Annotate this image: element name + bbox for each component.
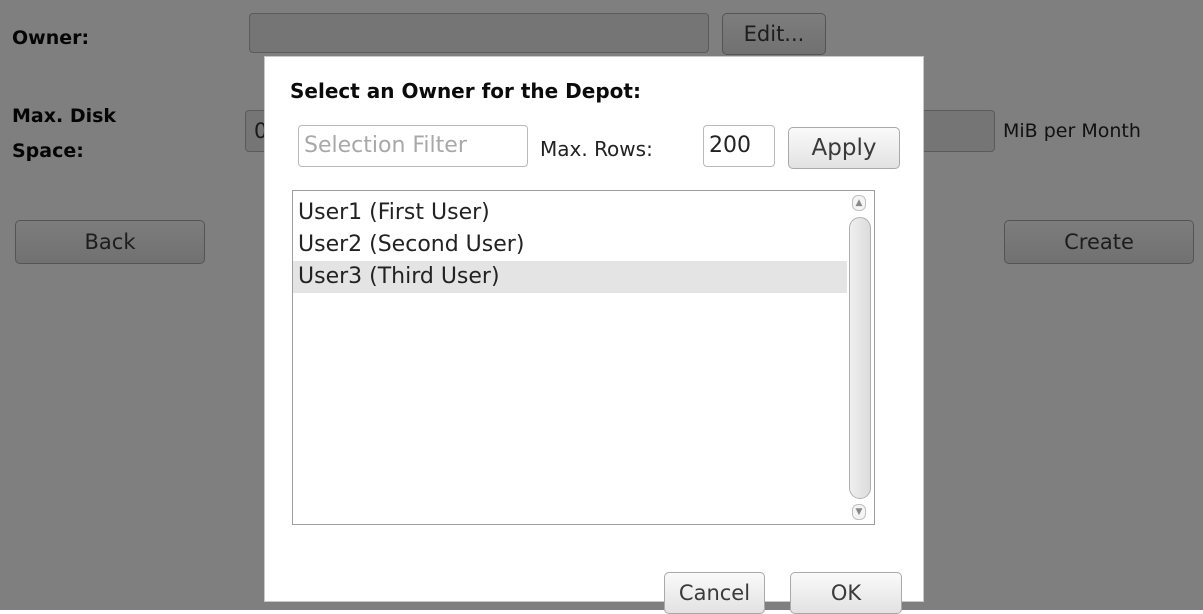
list-item[interactable]: User1 (First User) (293, 197, 847, 229)
list-item[interactable]: User2 (Second User) (293, 229, 847, 261)
max-rows-label: Max. Rows: (540, 137, 653, 161)
cancel-button[interactable]: Cancel (664, 572, 765, 614)
ok-button[interactable]: OK (790, 572, 902, 614)
apply-button[interactable]: Apply (788, 127, 900, 169)
list-scrollbar[interactable]: ▲ ▼ (849, 195, 871, 520)
scrollbar-thumb[interactable] (849, 217, 871, 499)
selection-filter-input[interactable]: Selection Filter (298, 125, 528, 167)
owner-list[interactable]: User1 (First User) User2 (Second User) U… (292, 190, 875, 525)
chevron-up-icon[interactable]: ▲ (852, 195, 866, 211)
max-rows-input[interactable]: 200 (703, 125, 775, 167)
dialog-title: Select an Owner for the Depot: (290, 79, 641, 103)
list-item-selected[interactable]: User3 (Third User) (293, 261, 847, 293)
select-owner-dialog: Select an Owner for the Depot: Selection… (264, 56, 924, 614)
chevron-down-icon[interactable]: ▼ (852, 504, 866, 520)
